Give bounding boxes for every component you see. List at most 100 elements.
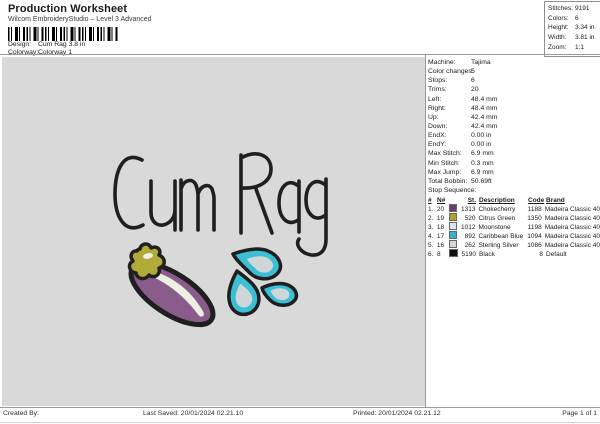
- cell-num: 3.: [428, 223, 434, 231]
- summary-row-zoom: Zoom: 1:1: [548, 43, 600, 53]
- cell-brand: Madeira Classic 40: [544, 232, 600, 240]
- cell-code: 8: [539, 250, 543, 258]
- cell-description: Chokecherry: [478, 205, 516, 213]
- embroidery-design: [113, 152, 328, 328]
- info-row: Max Stitch: 6.9 mm: [428, 149, 600, 158]
- last-saved-text: Last Saved: 20/01/2024 02.21.10: [143, 410, 244, 417]
- info-value: 0.3 mm: [471, 159, 494, 167]
- col-header-needle: N#: [437, 196, 446, 204]
- header-divider: [0, 54, 600, 55]
- info-row: Machine: Tajima: [428, 58, 600, 67]
- letter-g: [295, 177, 328, 257]
- printed-text: Printed: 20/01/2024 02.21.12: [353, 410, 441, 417]
- letter-u: [149, 179, 177, 232]
- thread-color-swatch: [448, 212, 458, 222]
- info-value: 0.00 in: [471, 132, 492, 140]
- col-header-stitches: St.: [467, 196, 476, 204]
- cell-stitches: 892: [464, 232, 476, 240]
- summary-label: Zoom:: [548, 43, 567, 51]
- cell-stitches: 520: [464, 214, 476, 222]
- info-row: EndX: 0.00 in: [428, 131, 600, 140]
- summary-row-stitches: Stitches: 9191: [548, 4, 600, 14]
- cell-needle: 16: [436, 241, 445, 249]
- design-value: Cum Rag 3.8 in: [38, 41, 86, 48]
- panel-divider: [425, 54, 426, 408]
- info-row: Trims: 20: [428, 85, 600, 94]
- cell-stitches: 1313: [460, 205, 476, 213]
- summary-value: 6: [575, 14, 579, 22]
- design-text: [113, 152, 328, 257]
- cell-num: 5.: [428, 241, 434, 249]
- info-label: Color changes:: [428, 68, 474, 76]
- col-header-description: Description: [479, 196, 515, 204]
- letter-m: [179, 178, 216, 232]
- created-by-label: Created By:: [3, 410, 39, 417]
- thread-color-swatch: [448, 230, 458, 240]
- col-header-num: #: [428, 196, 432, 204]
- cell-description: Caribbean Blue: [478, 232, 524, 240]
- col-header-code: Code: [528, 196, 545, 204]
- cell-brand: Madeira Classic 40: [544, 214, 600, 222]
- cell-needle: 20: [436, 205, 445, 213]
- info-label: Stops:: [428, 77, 448, 85]
- info-label: EndY:: [428, 141, 447, 149]
- letter-R: [239, 152, 274, 235]
- cell-stitches: 5190: [461, 250, 476, 258]
- info-row: Left: 48.4 mm: [428, 95, 600, 104]
- info-label: Trims:: [428, 86, 447, 94]
- summary-label: Height:: [548, 24, 569, 32]
- info-value: 48.4 mm: [471, 95, 498, 103]
- info-row: Down: 42.4 mm: [428, 122, 600, 131]
- info-value: 50.69ft: [471, 177, 492, 185]
- barcode: [8, 27, 118, 41]
- info-row: Total Bobbin: 50.69ft: [428, 177, 600, 186]
- info-label: Machine:: [428, 59, 456, 66]
- sweat-droplets-icon: [227, 247, 299, 317]
- info-row: Up: 42.4 mm: [428, 113, 600, 122]
- cell-description: Moonstone: [478, 223, 511, 231]
- design-summary-box: Stitches: 9191 Colors: 6 Height: 3.34 in…: [544, 1, 600, 57]
- thread-color-swatch: [449, 248, 458, 258]
- info-label: Max Stitch:: [428, 150, 462, 158]
- info-row: Min Stitch: 0.3 mm: [428, 159, 600, 168]
- info-label: Max Jump:: [428, 168, 462, 176]
- info-label: Left:: [428, 95, 442, 103]
- summary-value: 9191: [575, 5, 590, 12]
- info-label: EndX:: [428, 132, 447, 140]
- cell-stitches: 1012: [460, 223, 476, 231]
- page-bottom-edge: [0, 422, 600, 423]
- letter-C: [113, 155, 145, 230]
- cell-brand: Default: [546, 250, 567, 258]
- cell-description: Citrus Green: [478, 214, 516, 222]
- cell-needle: 8: [437, 250, 441, 258]
- info-row: Max Jump: 6.9 mm: [428, 168, 600, 177]
- info-label: Right:: [428, 104, 446, 112]
- cell-brand: Madeira Classic 40: [544, 223, 600, 231]
- info-value: 42.4 mm: [471, 122, 498, 130]
- cell-code: 1198: [527, 223, 542, 231]
- thread-color-swatch: [448, 239, 458, 249]
- production-worksheet-page: Production Worksheet Wilcom EmbroiderySt…: [0, 0, 600, 424]
- info-value: 42.4 mm: [471, 113, 498, 121]
- summary-label: Colors:: [548, 14, 569, 22]
- info-value: 6.9 mm: [471, 150, 494, 158]
- summary-row-colors: Colors: 6: [548, 14, 600, 24]
- cell-needle: 19: [436, 214, 445, 222]
- info-label: Down:: [428, 122, 448, 130]
- info-value: 0.00 in: [471, 141, 492, 149]
- thread-color-swatch: [448, 203, 458, 213]
- cell-needle: 17: [436, 232, 445, 240]
- machine-info-panel: Machine: Tajima Color changes: 5 Stops: 6 T…: [428, 58, 600, 259]
- cell-brand: Madeira Classic 40: [544, 205, 600, 213]
- page-title: Production Worksheet: [8, 3, 128, 15]
- stop-sequence-row: 6. 8 5190 Black 8 Default: [428, 248, 600, 259]
- info-value: 20: [471, 86, 479, 94]
- summary-value: 1:1: [575, 43, 585, 51]
- cell-num: 6.: [428, 250, 434, 258]
- cell-brand: Madeira Classic 40: [544, 241, 600, 249]
- cell-num: 2.: [428, 214, 434, 222]
- cell-needle: 18: [436, 223, 445, 231]
- cell-stitches: 262: [464, 241, 476, 249]
- cell-code: 1094: [527, 232, 542, 240]
- summary-label: Width:: [548, 34, 567, 42]
